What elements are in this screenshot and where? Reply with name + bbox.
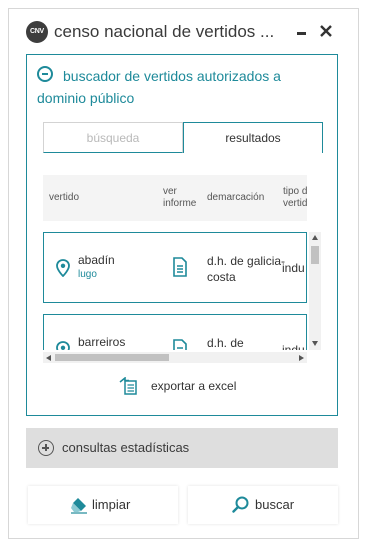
row-name: barreiros [78,335,126,349]
clear-button[interactable]: limpiar [28,486,178,524]
row-demarcation: d.h. de galicia-costa [207,254,286,284]
scroll-right-arrow-icon[interactable] [299,355,304,361]
search-button[interactable]: buscar [188,486,338,524]
row-type: indu [282,343,305,350]
export-label: exportar a excel [151,379,237,393]
scroll-down-arrow-icon[interactable] [312,341,318,346]
search-label: buscar [255,497,295,512]
scroll-up-arrow-icon[interactable] [312,235,318,240]
column-header-tipo-vertido[interactable]: tipo de vertido [283,175,307,221]
search-icon [232,496,249,513]
document-icon[interactable] [172,339,188,350]
tab-resultados[interactable]: resultados [183,122,323,153]
tab-bar: búsqueda resultados [43,122,323,153]
table-header: vertido ver informe demarcación tipo de … [43,175,307,221]
window-titlebar: CNV censo nacional de vertidos ... [18,20,348,44]
close-icon[interactable] [318,23,334,39]
table-row[interactable]: barreiros d.h. de indu [43,314,307,350]
location-pin-icon [56,341,70,350]
row-province: lugo [78,269,97,280]
window-title: censo nacional de vertidos ... [54,22,275,41]
excel-export-icon [119,377,137,395]
location-pin-icon [56,259,70,277]
column-header-demarcacion[interactable]: demarcación [207,175,283,221]
tab-busqueda[interactable]: búsqueda [43,122,183,153]
vertical-scrollbar[interactable] [309,232,321,350]
plus-circle-icon [38,440,54,456]
scroll-left-arrow-icon[interactable] [46,355,51,361]
vertical-scroll-thumb[interactable] [311,246,319,264]
horizontal-scrollbar[interactable] [43,352,307,363]
row-name: abadín [78,253,115,267]
search-panel: buscador de vertidos autorizados a domin… [26,54,338,416]
eraser-icon [71,498,87,514]
column-header-vertido[interactable]: vertido [49,175,139,221]
stats-section[interactable]: consultas estadísticas [26,428,338,468]
document-icon[interactable] [172,257,188,277]
minimize-icon[interactable] [294,23,310,39]
stats-label: consultas estadísticas [62,440,190,455]
clear-label: limpiar [92,497,131,512]
results-table: vertido ver informe demarcación tipo de … [43,175,323,363]
row-demarcation: d.h. de [207,336,244,350]
cnv-logo-icon: CNV [26,21,48,43]
panel-title: buscador de vertidos autorizados a domin… [37,68,281,106]
horizontal-scroll-thumb[interactable] [55,354,169,361]
column-header-ver-informe[interactable]: ver informe [163,175,203,221]
table-row[interactable]: abadín lugo d.h. de galicia-costa indu [43,232,307,303]
row-type: indu [282,261,305,275]
table-body: abadín lugo d.h. de galicia-costa indu b… [43,232,307,350]
